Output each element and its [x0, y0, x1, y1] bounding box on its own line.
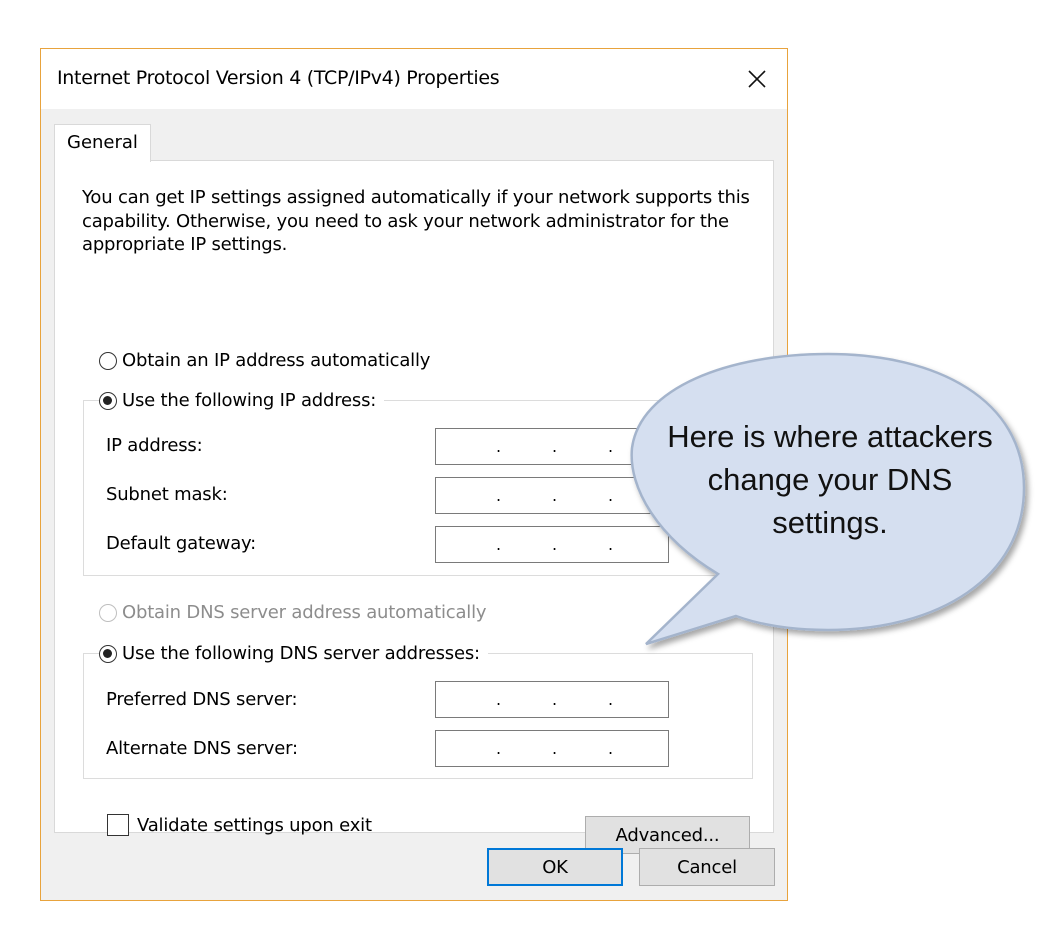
ip-address-label: IP address:	[106, 435, 203, 456]
default-gateway-label: Default gateway:	[106, 533, 257, 554]
obtain-dns-auto-label: Obtain DNS server address automatically	[122, 602, 487, 623]
validate-settings-label: Validate settings upon exit	[137, 814, 372, 836]
obtain-ip-auto-label: Obtain an IP address automatically	[122, 350, 431, 371]
tab-general[interactable]: General	[54, 124, 151, 162]
use-ip-manual-radio[interactable]: Use the following IP address:	[99, 390, 385, 411]
use-dns-manual-radio[interactable]: Use the following DNS server addresses:	[99, 643, 488, 664]
close-button[interactable]	[727, 49, 787, 109]
use-dns-manual-label: Use the following DNS server addresses:	[122, 643, 480, 664]
radio-button	[99, 603, 117, 622]
validate-settings-checkbox[interactable]: Validate settings upon exit	[107, 814, 372, 836]
checkbox-box	[107, 814, 129, 836]
radio-button	[99, 644, 117, 663]
subnet-mask-label: Subnet mask:	[106, 484, 228, 505]
cancel-button[interactable]: Cancel	[639, 848, 775, 886]
callout-text: Here is where attackers change your DNS …	[667, 419, 993, 540]
radio-button	[99, 351, 117, 370]
preferred-dns-label: Preferred DNS server:	[106, 689, 298, 710]
close-icon	[748, 70, 766, 88]
title-bar: Internet Protocol Version 4 (TCP/IPv4) P…	[41, 49, 787, 109]
obtain-dns-auto-radio[interactable]: Obtain DNS server address automatically	[99, 602, 495, 623]
intro-text: You can get IP settings assigned automat…	[82, 187, 750, 255]
ok-button[interactable]: OK	[487, 848, 623, 886]
radio-button	[99, 391, 117, 410]
window-title: Internet Protocol Version 4 (TCP/IPv4) P…	[57, 67, 500, 89]
alternate-dns-input[interactable]: ...	[435, 730, 669, 767]
alternate-dns-label: Alternate DNS server:	[106, 738, 298, 759]
obtain-ip-auto-radio[interactable]: Obtain an IP address automatically	[99, 350, 439, 371]
use-ip-manual-label: Use the following IP address:	[122, 390, 377, 411]
preferred-dns-input[interactable]: ...	[435, 681, 669, 718]
